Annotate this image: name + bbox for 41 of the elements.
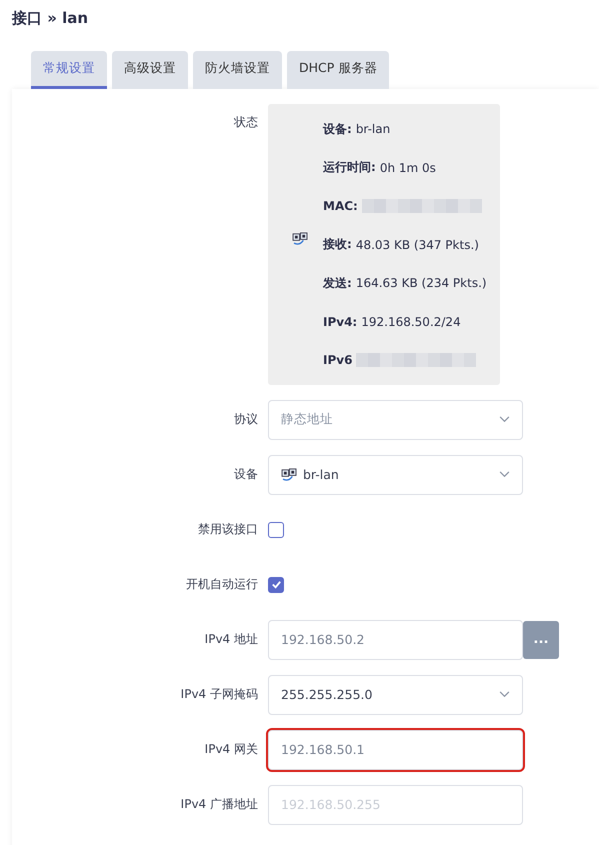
tab[interactable]: DHCP 服务器 bbox=[287, 51, 390, 89]
status-label: MAC: bbox=[323, 199, 358, 214]
status-label: 设备: bbox=[323, 120, 352, 138]
chevron-down-icon bbox=[499, 691, 510, 698]
checkbox[interactable] bbox=[268, 576, 284, 592]
status-label: 接收: bbox=[323, 236, 352, 254]
check-icon bbox=[270, 579, 282, 590]
field-label: 状态 bbox=[233, 114, 259, 131]
status-value: 164.63 KB (234 Pkts.) bbox=[356, 276, 487, 290]
chevron-down-icon bbox=[499, 416, 510, 423]
chevron-down-icon bbox=[499, 471, 510, 478]
field-label: IPv4 地址 bbox=[204, 631, 259, 648]
select-value: 255.255.255.0 bbox=[281, 687, 374, 702]
status-value: br-lan bbox=[356, 122, 390, 136]
status-label: IPv4: bbox=[323, 314, 358, 329]
status-label: 发送: bbox=[323, 274, 352, 292]
tab[interactable]: 常规设置 bbox=[31, 51, 107, 89]
tab[interactable]: 防火墙设置 bbox=[193, 51, 282, 89]
select-value: br-lan bbox=[303, 467, 340, 482]
network-ports-icon bbox=[292, 232, 309, 245]
select-field[interactable]: 255.255.255.0 bbox=[268, 674, 523, 714]
field-label: 禁用该接口 bbox=[197, 521, 259, 538]
status-label: 运行时间: bbox=[323, 159, 376, 176]
checkbox[interactable] bbox=[268, 522, 284, 538]
select-field[interactable]: br-lan bbox=[268, 454, 523, 494]
status-value: 192.168.50.2/24 bbox=[361, 314, 461, 329]
input-field[interactable]: 192.168.50.2 bbox=[268, 620, 523, 660]
page-title: 接口 » lan bbox=[10, 8, 90, 29]
network-ports-icon bbox=[281, 468, 298, 481]
field-label: 协议 bbox=[233, 411, 259, 428]
tab[interactable]: 高级设置 bbox=[112, 51, 188, 89]
select-value: 静态地址 bbox=[281, 411, 334, 428]
field-label: IPv4 网关 bbox=[204, 741, 259, 758]
field-label: IPv4 子网掩码 bbox=[180, 686, 259, 703]
field-label: 设备 bbox=[233, 466, 259, 483]
status-label: IPv6 bbox=[323, 353, 352, 368]
field-label: 开机自动运行 bbox=[185, 576, 259, 593]
status-value: 0h 1m 0s bbox=[380, 160, 436, 175]
field-label: IPv4 广播地址 bbox=[180, 796, 259, 813]
input-field[interactable]: 192.168.50.1 bbox=[268, 730, 523, 770]
status-value: 48.03 KB (347 Pkts.) bbox=[356, 238, 479, 252]
